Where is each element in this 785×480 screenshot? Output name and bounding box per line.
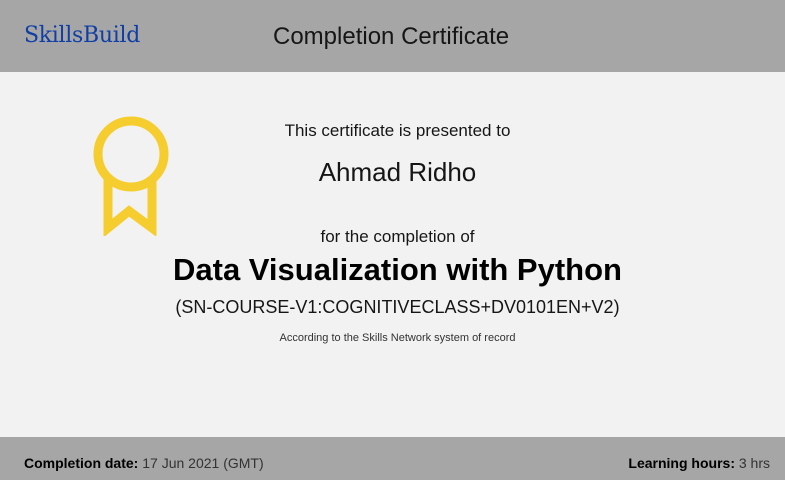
completion-date: Completion date: 17 Jun 2021 (GMT) — [24, 454, 264, 472]
learning-hours: Learning hours: 3 hrs — [628, 454, 770, 472]
completion-date-value: 17 Jun 2021 (GMT) — [142, 455, 264, 471]
brand-logo: SkillsBuild — [24, 23, 140, 48]
completion-date-label: Completion date: — [24, 455, 139, 471]
presented-text: This certificate is presented to — [284, 121, 511, 140]
learning-hours-label: Learning hours: — [628, 455, 735, 471]
recipient-name: Ahmad Ridho — [318, 157, 477, 187]
course-title: Data Visualization with Python — [173, 252, 622, 287]
record-note: According to the Skills Network system o… — [279, 332, 516, 344]
learning-hours-value: 3 hrs — [738, 455, 770, 471]
footer-bar: Completion date: 17 Jun 2021 (GMT) Learn… — [0, 437, 785, 480]
header-bar: SkillsBuild Completion Certificate — [0, 0, 785, 72]
page-title: Completion Certificate — [273, 23, 510, 50]
completion-text: for the completion of — [320, 227, 475, 246]
course-code: (SN-COURSE-V1:COGNITIVECLASS+DV0101EN+V2… — [175, 297, 620, 317]
